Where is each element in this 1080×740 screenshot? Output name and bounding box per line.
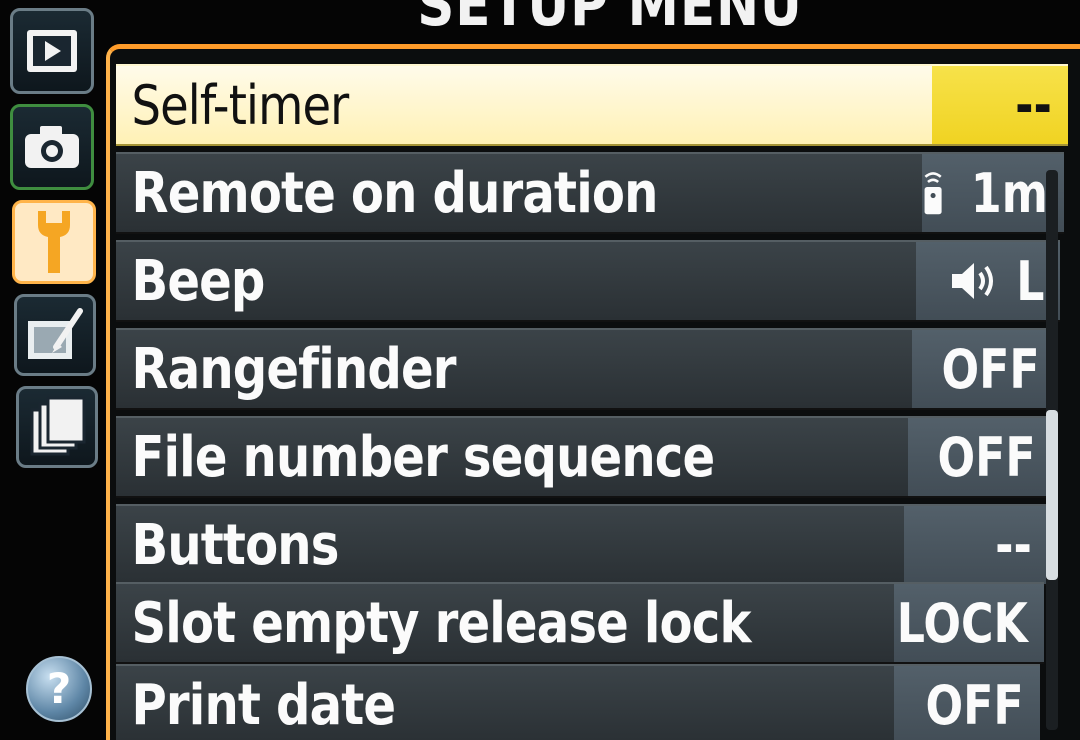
help-button[interactable]: ? xyxy=(26,656,92,722)
menu-item-label: Beep xyxy=(131,248,265,314)
menu-item-label: Self-timer xyxy=(131,73,349,137)
tab-retouch[interactable] xyxy=(14,294,96,376)
menu-item-label: Print date xyxy=(131,672,396,738)
menu-item-value: LOCK xyxy=(894,584,1044,662)
menu-item-rangefinder[interactable]: Rangefinder OFF xyxy=(116,328,1056,410)
menu-item-remote-on-duration[interactable]: Remote on duration 1m xyxy=(116,152,1064,234)
menu-item-file-number-sequence[interactable]: File number sequence OFF xyxy=(116,416,1052,498)
recent-settings-icon xyxy=(30,396,86,456)
menu-item-beep[interactable]: Beep L xyxy=(116,240,1060,322)
wrench-icon xyxy=(38,211,70,273)
menu-item-value: OFF xyxy=(894,666,1040,740)
menu-item-label: Rangefinder xyxy=(131,336,456,402)
tab-recent-settings[interactable] xyxy=(16,386,98,468)
remote-icon xyxy=(924,172,942,215)
menu-item-value: L xyxy=(916,242,1060,320)
menu-item-label: Remote on duration xyxy=(131,160,658,226)
playback-icon xyxy=(27,30,77,72)
camera-icon xyxy=(25,126,79,168)
menu-item-label: Slot empty release lock xyxy=(131,590,751,656)
menu-item-value: 1m xyxy=(922,154,1064,232)
tab-playback[interactable] xyxy=(10,8,94,94)
menu-item-label: File number sequence xyxy=(131,424,715,490)
menu-item-label: Buttons xyxy=(131,512,339,578)
menu-item-self-timer[interactable]: Self-timer -- xyxy=(116,64,1068,146)
menu-scrollbar[interactable] xyxy=(1046,170,1058,730)
scrollbar-thumb[interactable] xyxy=(1046,410,1058,580)
camera-menu-screen: SETUP MENU ? Self-timer -- Remote on dur… xyxy=(0,0,1080,740)
menu-item-buttons[interactable]: Buttons -- xyxy=(116,504,1048,586)
menu-item-value: OFF xyxy=(908,418,1052,496)
menu-item-value: OFF xyxy=(912,330,1056,408)
tab-shooting[interactable] xyxy=(10,104,94,190)
menu-title: SETUP MENU xyxy=(417,0,803,40)
tab-setup[interactable] xyxy=(12,200,96,284)
menu-item-slot-empty-release-lock[interactable]: Slot empty release lock LOCK xyxy=(116,582,1044,664)
retouch-icon xyxy=(28,308,83,359)
menu-item-print-date[interactable]: Print date OFF xyxy=(116,664,1040,740)
menu-item-value: -- xyxy=(904,506,1048,584)
speaker-icon xyxy=(951,263,993,299)
menu-item-value: -- xyxy=(932,66,1068,144)
